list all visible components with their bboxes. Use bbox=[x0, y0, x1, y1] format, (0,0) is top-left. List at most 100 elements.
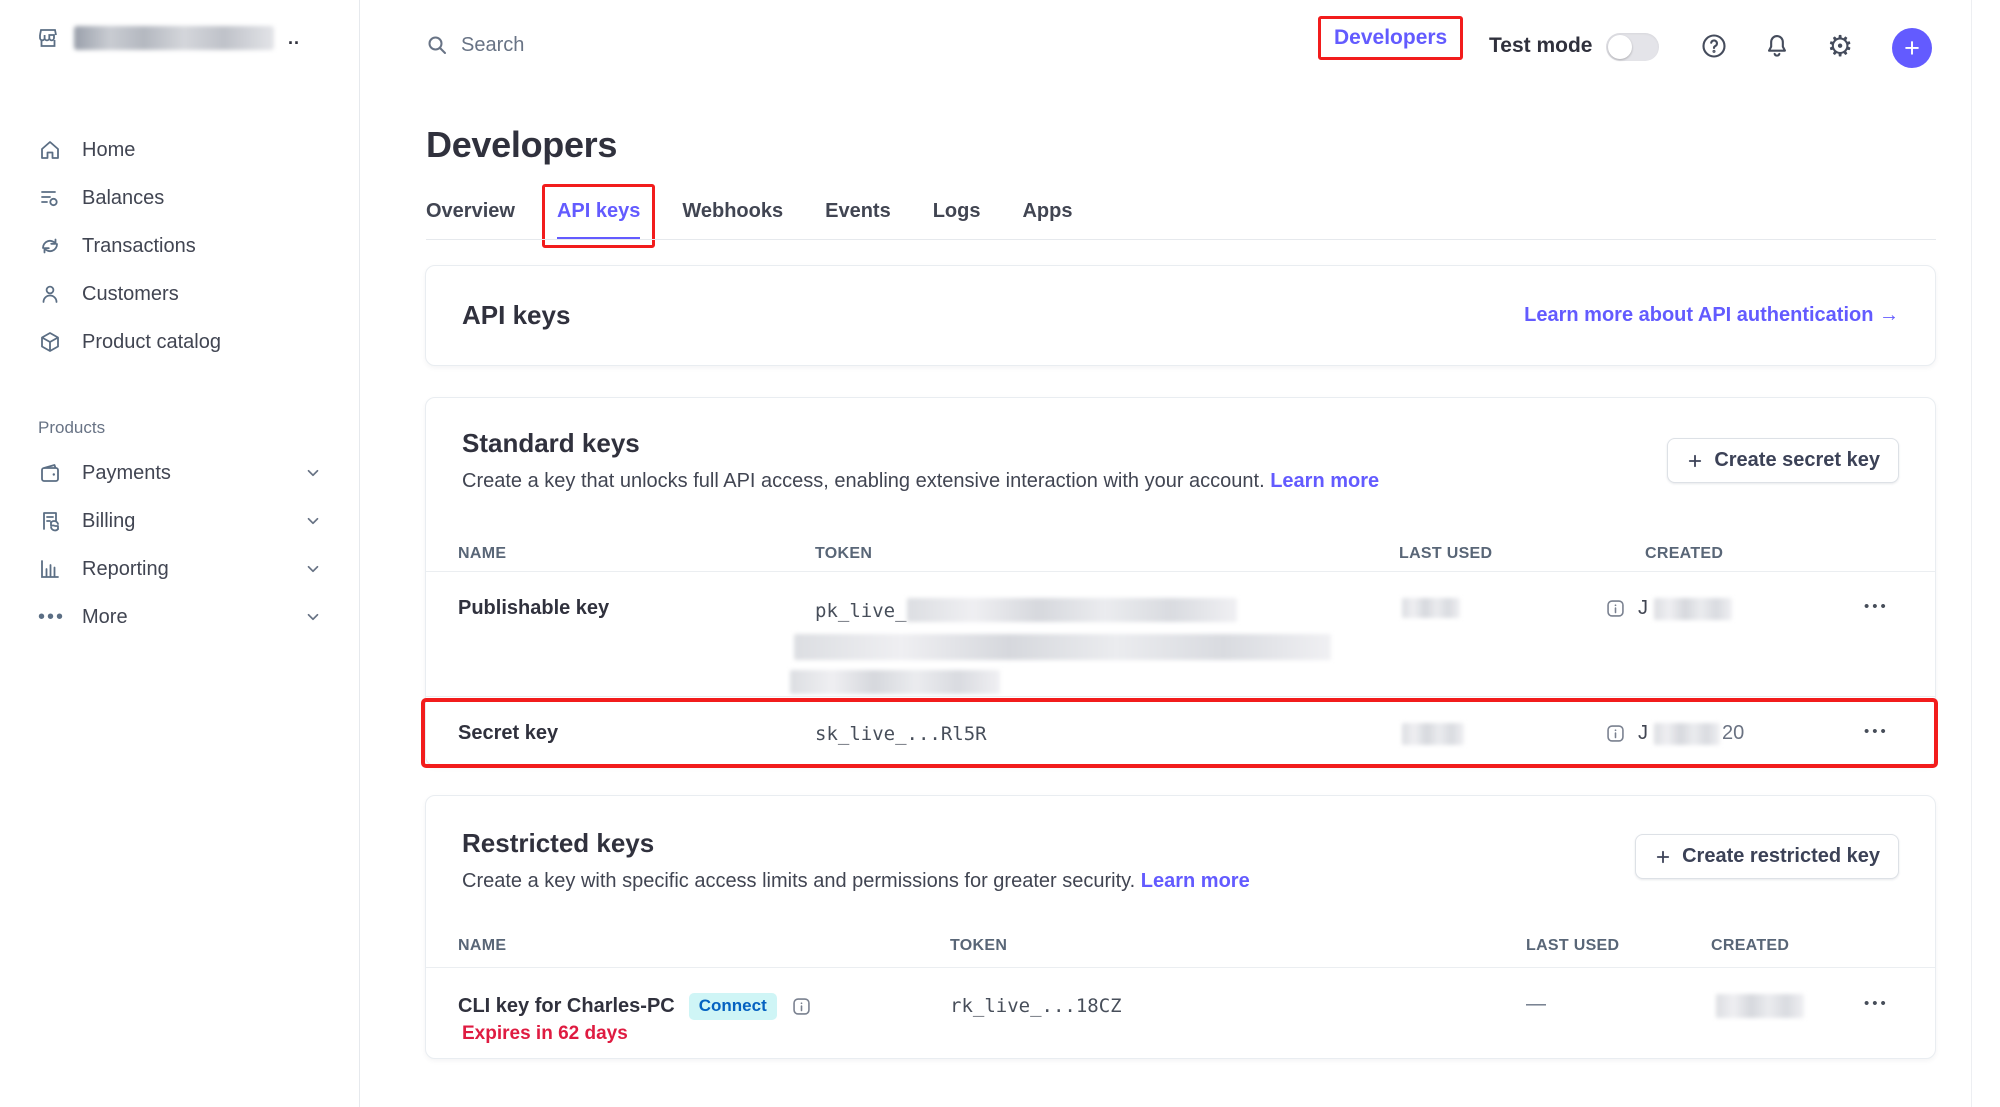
column-header-created: CREATED bbox=[1711, 937, 1789, 955]
key-name: Publishable key bbox=[458, 597, 609, 620]
product-catalog-icon bbox=[38, 330, 62, 354]
created-prefix: J bbox=[1638, 722, 1648, 745]
token-redacted-line2 bbox=[794, 634, 1331, 660]
notifications-bell-icon[interactable] bbox=[1762, 31, 1792, 61]
key-token[interactable]: pk_live_ bbox=[815, 598, 1237, 622]
table-divider bbox=[426, 571, 1935, 572]
home-icon bbox=[38, 138, 62, 162]
account-name-redacted bbox=[74, 26, 274, 50]
plus-icon bbox=[1654, 848, 1672, 866]
key-token[interactable]: rk_live_...18CZ bbox=[950, 995, 1122, 1017]
restricted-keys-description: Create a key with specific access limits… bbox=[462, 870, 1250, 893]
sidebar-item-label: More bbox=[82, 606, 128, 629]
sidebar-item-customers[interactable]: Customers bbox=[0, 270, 360, 318]
account-name-suffix: .. bbox=[288, 28, 300, 49]
sidebar-item-transactions[interactable]: Transactions bbox=[0, 222, 360, 270]
account-switcher[interactable]: .. bbox=[36, 26, 300, 50]
last-used-value: — bbox=[1526, 993, 1546, 1016]
api-keys-card: API keys Learn more about API authentica… bbox=[425, 265, 1936, 366]
create-secret-key-button[interactable]: Create secret key bbox=[1667, 438, 1899, 483]
tab-events[interactable]: Events bbox=[825, 200, 891, 240]
tab-webhooks[interactable]: Webhooks bbox=[682, 200, 783, 240]
key-token[interactable]: sk_live_...Rl5R bbox=[815, 723, 987, 745]
column-header-name: NAME bbox=[458, 937, 506, 955]
help-icon[interactable] bbox=[1699, 31, 1729, 61]
tab-bar: Overview API keys Webhooks Events Logs A… bbox=[426, 200, 1072, 240]
column-header-name: NAME bbox=[458, 545, 506, 563]
column-header-token: TOKEN bbox=[815, 545, 872, 563]
tab-overview[interactable]: Overview bbox=[426, 200, 515, 240]
sidebar-item-payments[interactable]: Payments bbox=[0, 449, 360, 497]
sidebar-item-more[interactable]: ••• More bbox=[0, 593, 360, 641]
scrollbar-track[interactable] bbox=[1971, 0, 1972, 1107]
column-header-last-used: LAST USED bbox=[1526, 937, 1619, 955]
developers-link[interactable]: Developers bbox=[1334, 26, 1447, 49]
chevron-down-icon bbox=[304, 464, 322, 482]
search-icon bbox=[425, 33, 449, 57]
tab-api-keys-label: API keys bbox=[557, 200, 640, 222]
created-redacted bbox=[1716, 994, 1804, 1018]
test-mode-label: Test mode bbox=[1489, 34, 1592, 58]
info-icon[interactable] bbox=[1605, 723, 1626, 744]
connect-badge: Connect bbox=[689, 993, 777, 1020]
column-header-token: TOKEN bbox=[950, 937, 1007, 955]
test-mode-toggle[interactable] bbox=[1606, 33, 1659, 61]
token-redacted-line3 bbox=[790, 670, 1000, 694]
toggle-knob bbox=[1608, 35, 1632, 59]
table-divider bbox=[426, 967, 1935, 968]
info-icon[interactable] bbox=[1605, 598, 1626, 619]
chevron-down-icon bbox=[304, 512, 322, 530]
tab-logs[interactable]: Logs bbox=[933, 200, 981, 240]
sidebar-item-label: Home bbox=[82, 139, 135, 162]
plus-icon bbox=[1686, 452, 1704, 470]
api-keys-card-title: API keys bbox=[462, 300, 570, 331]
tab-api-keys[interactable]: API keys bbox=[557, 200, 640, 240]
sidebar: .. Home Balances Transactions Customers … bbox=[0, 0, 360, 1107]
balances-icon bbox=[38, 186, 62, 210]
standard-keys-card: Standard keys Create a key that unlocks … bbox=[425, 397, 1936, 766]
standard-keys-description: Create a key that unlocks full API acces… bbox=[462, 470, 1379, 493]
annotation-box-developers: Developers bbox=[1318, 16, 1463, 60]
billing-icon bbox=[38, 509, 62, 533]
last-used-redacted bbox=[1402, 723, 1464, 745]
overflow-menu-icon[interactable]: ••• bbox=[1864, 598, 1889, 615]
sidebar-item-label: Payments bbox=[82, 462, 171, 485]
create-restricted-key-label: Create restricted key bbox=[1682, 845, 1880, 868]
last-used-redacted bbox=[1402, 598, 1460, 618]
sidebar-item-label: Customers bbox=[82, 283, 179, 306]
standard-keys-title: Standard keys bbox=[462, 428, 640, 459]
sidebar-item-label: Product catalog bbox=[82, 331, 221, 354]
settings-gear-icon[interactable]: ⚙ bbox=[1825, 31, 1855, 61]
tab-apps[interactable]: Apps bbox=[1022, 200, 1072, 240]
restricted-keys-description-text: Create a key with specific access limits… bbox=[462, 870, 1135, 892]
learn-more-api-auth-link[interactable]: Learn more about API authentication → bbox=[1524, 304, 1899, 327]
chevron-down-icon bbox=[304, 560, 322, 578]
created-prefix: J bbox=[1638, 597, 1648, 620]
restricted-keys-card: Restricted keys Create a key with specif… bbox=[425, 795, 1936, 1059]
sidebar-item-home[interactable]: Home bbox=[0, 126, 360, 174]
tabs-divider bbox=[426, 239, 1936, 240]
reporting-icon bbox=[38, 557, 62, 581]
sidebar-item-label: Balances bbox=[82, 187, 164, 210]
overflow-menu-icon[interactable]: ••• bbox=[1864, 995, 1889, 1012]
sidebar-item-billing[interactable]: Billing bbox=[0, 497, 360, 545]
standard-keys-learn-more-link[interactable]: Learn more bbox=[1270, 470, 1379, 492]
create-secret-key-label: Create secret key bbox=[1714, 449, 1880, 472]
created-suffix: 20 bbox=[1722, 722, 1744, 745]
plus-icon: + bbox=[1904, 33, 1920, 64]
expires-warning: Expires in 62 days bbox=[462, 1023, 628, 1045]
column-header-last-used: LAST USED bbox=[1399, 545, 1492, 563]
create-plus-button[interactable]: + bbox=[1892, 28, 1932, 68]
key-name: Secret key bbox=[458, 722, 558, 745]
create-restricted-key-button[interactable]: Create restricted key bbox=[1635, 834, 1899, 879]
sidebar-item-balances[interactable]: Balances bbox=[0, 174, 360, 222]
sidebar-item-reporting[interactable]: Reporting bbox=[0, 545, 360, 593]
search-input[interactable]: Search bbox=[425, 33, 524, 57]
restricted-keys-learn-more-link[interactable]: Learn more bbox=[1141, 870, 1250, 892]
key-name: CLI key for Charles-PC bbox=[458, 995, 675, 1018]
search-label: Search bbox=[461, 34, 524, 57]
sidebar-item-label: Reporting bbox=[82, 558, 169, 581]
sidebar-item-product-catalog[interactable]: Product catalog bbox=[0, 318, 360, 366]
info-icon[interactable] bbox=[791, 996, 812, 1017]
overflow-menu-icon[interactable]: ••• bbox=[1864, 723, 1889, 740]
